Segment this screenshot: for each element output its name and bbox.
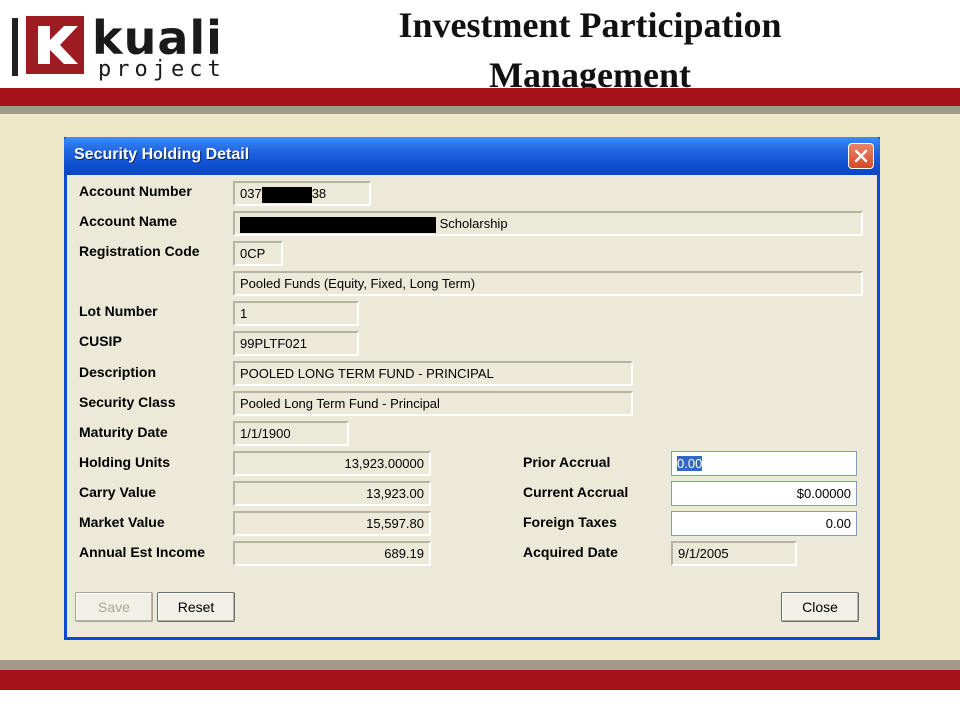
description-field[interactable]: POOLED LONG TERM FUND - PRINCIPAL [233, 361, 633, 386]
account-name-label: Account Name [79, 213, 178, 229]
current-accrual-label: Current Accrual [523, 484, 629, 500]
window-titlebar[interactable]: Security Holding Detail [64, 137, 880, 175]
logo-bar [12, 18, 18, 76]
carry-value-label: Carry Value [79, 484, 157, 500]
close-button[interactable]: Close [781, 592, 859, 622]
cusip-field[interactable]: 99PLTF021 [233, 331, 359, 356]
logo-k-icon [26, 16, 84, 74]
slide-title-line1: Investment Participation [398, 5, 782, 45]
header-band [0, 88, 960, 106]
logo-sub: project [98, 57, 226, 82]
window-close-icon[interactable] [848, 143, 874, 169]
maturity-date-field[interactable]: 1/1/1900 [233, 421, 349, 446]
registration-code-field[interactable]: 0CP [233, 241, 283, 266]
redaction-block [261, 186, 312, 203]
security-class-field[interactable]: Pooled Long Term Fund - Principal [233, 391, 633, 416]
carry-value-field[interactable]: 13,923.00 [233, 481, 431, 506]
prior-accrual-selected-text: 0.00 [677, 456, 703, 471]
prior-accrual-input[interactable]: 0.00 [671, 451, 857, 476]
window-title: Security Holding Detail [74, 146, 250, 163]
reset-button[interactable]: Reset [157, 592, 235, 622]
current-accrual-input[interactable]: $0.00000 [671, 481, 857, 506]
account-number-start: 037 [240, 186, 262, 201]
account-number-label: Account Number [79, 183, 192, 199]
annual-est-income-field[interactable]: 689.19 [233, 541, 431, 566]
description-label: Description [79, 364, 157, 380]
cusip-label: CUSIP [79, 333, 122, 349]
registration-description-field[interactable]: Pooled Funds (Equity, Fixed, Long Term) [233, 271, 863, 296]
footer-band [0, 670, 960, 690]
lot-number-label: Lot Number [79, 303, 158, 319]
acquired-date-field[interactable]: 9/1/2005 [671, 541, 797, 566]
redaction-block [240, 216, 436, 233]
annual-est-income-label: Annual Est Income [79, 544, 206, 560]
prior-accrual-label: Prior Accrual [523, 454, 611, 470]
account-name-end: Scholarship [439, 216, 508, 231]
account-number-field[interactable]: 037 38 [233, 181, 371, 206]
holding-units-label: Holding Units [79, 454, 170, 470]
foreign-taxes-input[interactable]: 0.00 [671, 511, 857, 536]
account-number-end: 38 [311, 186, 327, 201]
security-class-label: Security Class [79, 394, 176, 410]
acquired-date-label: Acquired Date [523, 544, 618, 560]
market-value-label: Market Value [79, 514, 165, 530]
slide-title: Investment Participation Management [300, 0, 880, 100]
account-name-field[interactable]: Scholarship [233, 211, 863, 236]
registration-code-label: Registration Code [79, 243, 200, 259]
security-holding-detail-window: Security Holding Detail Account Number A… [64, 137, 880, 640]
lot-number-field[interactable]: 1 [233, 301, 359, 326]
foreign-taxes-label: Foreign Taxes [523, 514, 617, 530]
kuali-logo: kuali project [12, 12, 242, 82]
maturity-date-label: Maturity Date [79, 424, 168, 440]
save-button[interactable]: Save [75, 592, 153, 622]
header-band-gray [0, 106, 960, 114]
footer-band-gray [0, 660, 960, 670]
market-value-field[interactable]: 15,597.80 [233, 511, 431, 536]
holding-units-field[interactable]: 13,923.00000 [233, 451, 431, 476]
